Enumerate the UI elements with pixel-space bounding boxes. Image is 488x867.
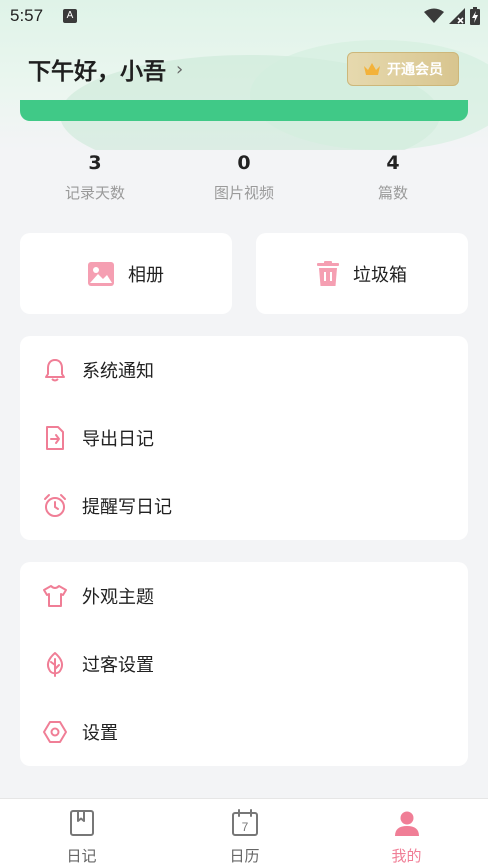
album-label: 相册 bbox=[128, 264, 164, 286]
wifi-icon bbox=[424, 8, 444, 23]
greeting-profile-link[interactable]: 下午好，小吾 › bbox=[28, 52, 183, 86]
menu-item-export-diary[interactable]: 导出日记 bbox=[20, 404, 468, 472]
stats-row: 3 记录天数 0 图片视频 4 篇数 bbox=[0, 150, 488, 210]
leaf-icon bbox=[46, 652, 64, 677]
battery-icon bbox=[470, 7, 480, 25]
header-progress-bar bbox=[20, 100, 468, 121]
stat-label: 记录天数 bbox=[64, 184, 125, 202]
menu-item-label: 导出日记 bbox=[82, 429, 154, 450]
calendar-day-number: 7 bbox=[241, 820, 248, 834]
user-icon bbox=[394, 811, 419, 836]
greeting-text: 下午好，小吾 bbox=[28, 59, 166, 85]
system-icons bbox=[424, 6, 480, 26]
album-button[interactable]: 相册 bbox=[20, 233, 232, 314]
menu-item-diary-reminder[interactable]: 提醒写日记 bbox=[20, 472, 468, 540]
trash-button[interactable]: 垃圾箱 bbox=[256, 233, 468, 314]
menu-item-label: 外观主题 bbox=[82, 587, 154, 608]
notification-icon: A bbox=[63, 9, 77, 23]
vip-button-label: 开通会员 bbox=[387, 62, 443, 78]
tab-label: 日历 bbox=[229, 847, 260, 865]
menu-item-label: 设置 bbox=[82, 723, 118, 744]
hexagon-settings-icon bbox=[43, 721, 67, 743]
bottom-tab-bar: 日记 7 日历 我的 bbox=[0, 798, 488, 867]
diary-book-icon bbox=[69, 810, 94, 836]
menu-card-notifications: 系统通知 导出日记 提醒写日记 bbox=[20, 336, 468, 540]
status-time: 5:57 bbox=[10, 6, 44, 25]
menu-item-visitor-settings[interactable]: 过客设置 bbox=[20, 630, 468, 698]
calendar-icon: 7 bbox=[231, 809, 258, 836]
tshirt-icon bbox=[43, 585, 67, 607]
menu-item-label: 过客设置 bbox=[82, 655, 154, 676]
menu-item-system-notifications[interactable]: 系统通知 bbox=[20, 336, 468, 404]
signal-icon bbox=[449, 8, 465, 24]
stat-label: 篇数 bbox=[377, 184, 408, 202]
menu-item-appearance-theme[interactable]: 外观主题 bbox=[20, 562, 468, 630]
trash-label: 垃圾箱 bbox=[353, 264, 407, 286]
export-icon bbox=[46, 426, 64, 450]
stat-label: 图片视频 bbox=[213, 184, 274, 202]
photo-album-icon bbox=[88, 261, 114, 286]
status-bar: 5:57 A bbox=[0, 0, 488, 34]
trash-icon bbox=[317, 260, 339, 286]
stat-value: 3 bbox=[88, 152, 102, 174]
tab-diary[interactable]: 日记 bbox=[0, 799, 163, 867]
stat-value: 4 bbox=[386, 152, 400, 174]
tab-label: 我的 bbox=[391, 847, 422, 865]
stat-record-days[interactable]: 3 记录天数 bbox=[30, 150, 160, 203]
stat-media[interactable]: 0 图片视频 bbox=[179, 150, 309, 203]
tab-label: 日记 bbox=[66, 847, 97, 865]
stat-value: 0 bbox=[237, 152, 251, 174]
menu-item-label: 提醒写日记 bbox=[82, 497, 172, 518]
crown-icon bbox=[364, 63, 380, 75]
tab-calendar[interactable]: 7 日历 bbox=[163, 799, 326, 867]
menu-item-settings[interactable]: 设置 bbox=[20, 698, 468, 766]
chevron-right-icon: › bbox=[176, 58, 184, 80]
menu-card-settings: 外观主题 过客设置 设置 bbox=[20, 562, 468, 766]
stat-entries[interactable]: 4 篇数 bbox=[328, 150, 458, 203]
menu-item-label: 系统通知 bbox=[82, 361, 154, 382]
vip-button[interactable]: 开通会员 bbox=[347, 52, 459, 86]
alarm-clock-icon bbox=[44, 494, 66, 517]
tab-mine[interactable]: 我的 bbox=[325, 799, 488, 867]
bell-icon bbox=[45, 359, 65, 382]
